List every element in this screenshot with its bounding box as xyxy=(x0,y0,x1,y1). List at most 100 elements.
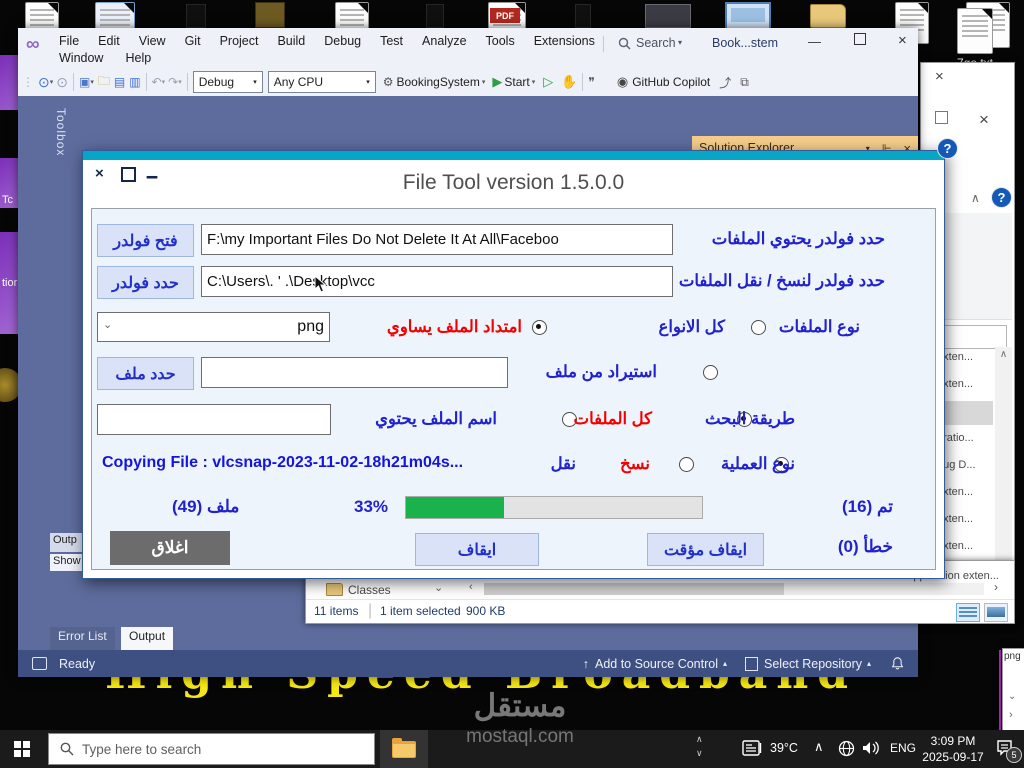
help-icon[interactable]: ? xyxy=(937,138,958,159)
drag-handle-icon[interactable]: ⋮ xyxy=(22,75,34,89)
save-all-icon[interactable]: ▥ xyxy=(129,75,140,89)
menu-project[interactable]: Project xyxy=(219,34,260,48)
ext-equals-radio-label[interactable]: امتداد الملف يساوي xyxy=(387,317,522,337)
import-file-input[interactable] xyxy=(201,357,508,388)
menu-view[interactable]: View xyxy=(138,34,167,48)
chevron-down-icon[interactable]: ▾ xyxy=(50,78,54,86)
clock[interactable]: 3:09 PM 2025-09-17 xyxy=(922,734,984,765)
chevron-down-icon[interactable]: ▾ xyxy=(532,78,536,86)
thumbnail-view-toggle[interactable] xyxy=(984,603,1008,622)
scroll-right-icon[interactable]: › xyxy=(1009,709,1013,721)
redo-icon[interactable]: ↷ xyxy=(168,75,178,89)
desktop-icon-7go-txt[interactable]: 7go.txt xyxy=(940,8,1010,70)
chevron-up-icon[interactable]: ▴ xyxy=(867,659,871,668)
close-icon[interactable]: × xyxy=(935,69,944,84)
temperature-label[interactable]: 39°C xyxy=(770,741,798,755)
scrollbar-thumb[interactable] xyxy=(484,583,784,595)
undo-icon[interactable]: ↶ xyxy=(152,75,162,89)
all-files-radio-label[interactable]: كل الملفات xyxy=(567,409,652,429)
pause-button[interactable]: ايقاف مؤقت xyxy=(647,533,764,566)
open-folder-button[interactable]: فتح فولدر xyxy=(97,224,194,257)
desktop-icon-doc[interactable] xyxy=(895,2,929,44)
platform-dropdown[interactable]: Any CPU ▾ xyxy=(267,71,376,93)
start-debug-icon[interactable]: ▶ xyxy=(492,74,502,90)
tab-error-list[interactable]: Error List xyxy=(50,627,115,650)
minimize-icon[interactable]: — xyxy=(808,34,821,49)
language-indicator[interactable]: ENG xyxy=(890,741,916,755)
menu-debug[interactable]: Debug xyxy=(323,34,362,48)
select-file-button[interactable]: حدد ملف xyxy=(97,357,194,390)
scroll-down-icon[interactable]: ⌄ xyxy=(1008,691,1016,702)
menu-extensions[interactable]: Extensions xyxy=(533,34,596,48)
select-folder-button[interactable]: حدد فولدر xyxy=(97,266,194,299)
import-radio[interactable] xyxy=(702,365,718,380)
taskbar-search-box[interactable]: Type here to search xyxy=(48,733,375,765)
menu-test[interactable]: Test xyxy=(379,34,404,48)
start-button-label[interactable]: Start xyxy=(504,75,529,89)
menu-file[interactable]: File xyxy=(58,34,80,48)
chevron-down-icon[interactable]: ▾ xyxy=(678,38,682,47)
details-view-toggle[interactable] xyxy=(956,603,980,622)
start-button[interactable] xyxy=(14,741,30,757)
move-radio-label[interactable]: نقل xyxy=(542,454,576,474)
menu-git[interactable]: Git xyxy=(184,34,202,48)
quote-icon[interactable]: ❞ xyxy=(588,75,594,89)
extension-combobox[interactable]: ⌄ png xyxy=(97,312,330,342)
destination-folder-input[interactable]: C:\Users\. ' .\Desktop\vcc xyxy=(201,266,673,297)
add-to-source-control-button[interactable]: Add to Source Control xyxy=(595,657,718,671)
stop-button[interactable]: ايقاف xyxy=(415,533,539,566)
desktop-icon-dark[interactable] xyxy=(186,4,206,28)
tree-folder-label[interactable]: Classes xyxy=(348,583,391,597)
scroll-left-icon[interactable]: ‹ xyxy=(469,581,473,593)
desktop-icon-image[interactable] xyxy=(255,2,285,28)
all-types-radio[interactable] xyxy=(751,320,767,335)
share-icon[interactable]: ⤴ xyxy=(719,74,731,91)
desktop-icon-word-doc[interactable] xyxy=(95,2,135,44)
desktop-icon-dark[interactable] xyxy=(575,4,591,28)
speaker-icon[interactable] xyxy=(862,740,881,756)
desktop-icon-doc[interactable] xyxy=(25,2,59,44)
desktop-icon-folder[interactable] xyxy=(810,4,846,28)
repository-icon[interactable] xyxy=(745,656,759,671)
taskbar-app-file-explorer[interactable] xyxy=(380,730,428,768)
help-icon[interactable]: ? xyxy=(991,187,1012,208)
name-contains-input[interactable] xyxy=(97,404,331,435)
tray-scroll-arrows[interactable]: ∧ ∨ xyxy=(696,732,703,761)
add-user-icon[interactable]: ⧉ xyxy=(740,75,749,90)
github-copilot-icon[interactable]: ◉ xyxy=(617,74,628,90)
scroll-up-icon[interactable]: ∧ xyxy=(995,347,1012,360)
ribbon-collapse-icon[interactable]: ∧ xyxy=(971,191,980,205)
startup-project-label[interactable]: BookingSystem xyxy=(396,75,479,89)
chevron-down-icon[interactable]: ⌄ xyxy=(103,318,112,331)
name-contains-radio-label[interactable]: اسم الملف يحتوي xyxy=(359,409,497,429)
copy-radio-label[interactable]: نسخ xyxy=(610,454,650,474)
chevron-down-icon[interactable]: ▾ xyxy=(90,78,94,86)
maximize-icon[interactable] xyxy=(935,111,948,124)
bell-icon[interactable] xyxy=(891,656,904,671)
vertical-scrollbar[interactable]: ∧ ∨ xyxy=(995,347,1012,591)
navigate-back-icon[interactable]: ⊙ xyxy=(38,74,50,91)
chevron-down-icon[interactable]: ▾ xyxy=(162,78,166,86)
feedback-icon[interactable] xyxy=(32,657,47,670)
news-weather-icon[interactable] xyxy=(742,740,763,757)
hot-reload-icon[interactable]: ✋ xyxy=(561,74,577,90)
chevron-up-icon[interactable]: ▴ xyxy=(723,659,727,668)
upload-arrow-icon[interactable]: ↑ xyxy=(583,657,589,671)
gear-icon[interactable]: ⚙ xyxy=(383,75,394,89)
toolbox-tab[interactable]: Toolbox xyxy=(54,108,68,156)
save-icon[interactable]: ▤ xyxy=(114,75,125,89)
select-repository-button[interactable]: Select Repository xyxy=(764,657,862,671)
chevron-down-icon[interactable]: ▾ xyxy=(178,78,182,86)
solution-config-dropdown[interactable]: Debug ▾ xyxy=(192,71,263,93)
source-folder-input[interactable]: F:\my Important Files Do Not Delete It A… xyxy=(201,224,673,255)
menu-analyze[interactable]: Analyze xyxy=(421,34,467,48)
desktop-icon-pdf[interactable]: PDF xyxy=(488,2,528,44)
ext-equals-radio[interactable] xyxy=(532,320,547,335)
new-project-icon[interactable]: ▣ xyxy=(79,75,90,89)
move-radio[interactable] xyxy=(679,457,695,472)
copilot-label[interactable]: GitHub Copilot xyxy=(632,75,710,89)
import-radio-label[interactable]: استيراد من ملف xyxy=(546,362,657,382)
desktop-icon-tools[interactable] xyxy=(645,4,691,28)
close-icon[interactable]: × xyxy=(898,32,907,49)
start-without-debug-icon[interactable]: ▷ xyxy=(543,74,553,90)
